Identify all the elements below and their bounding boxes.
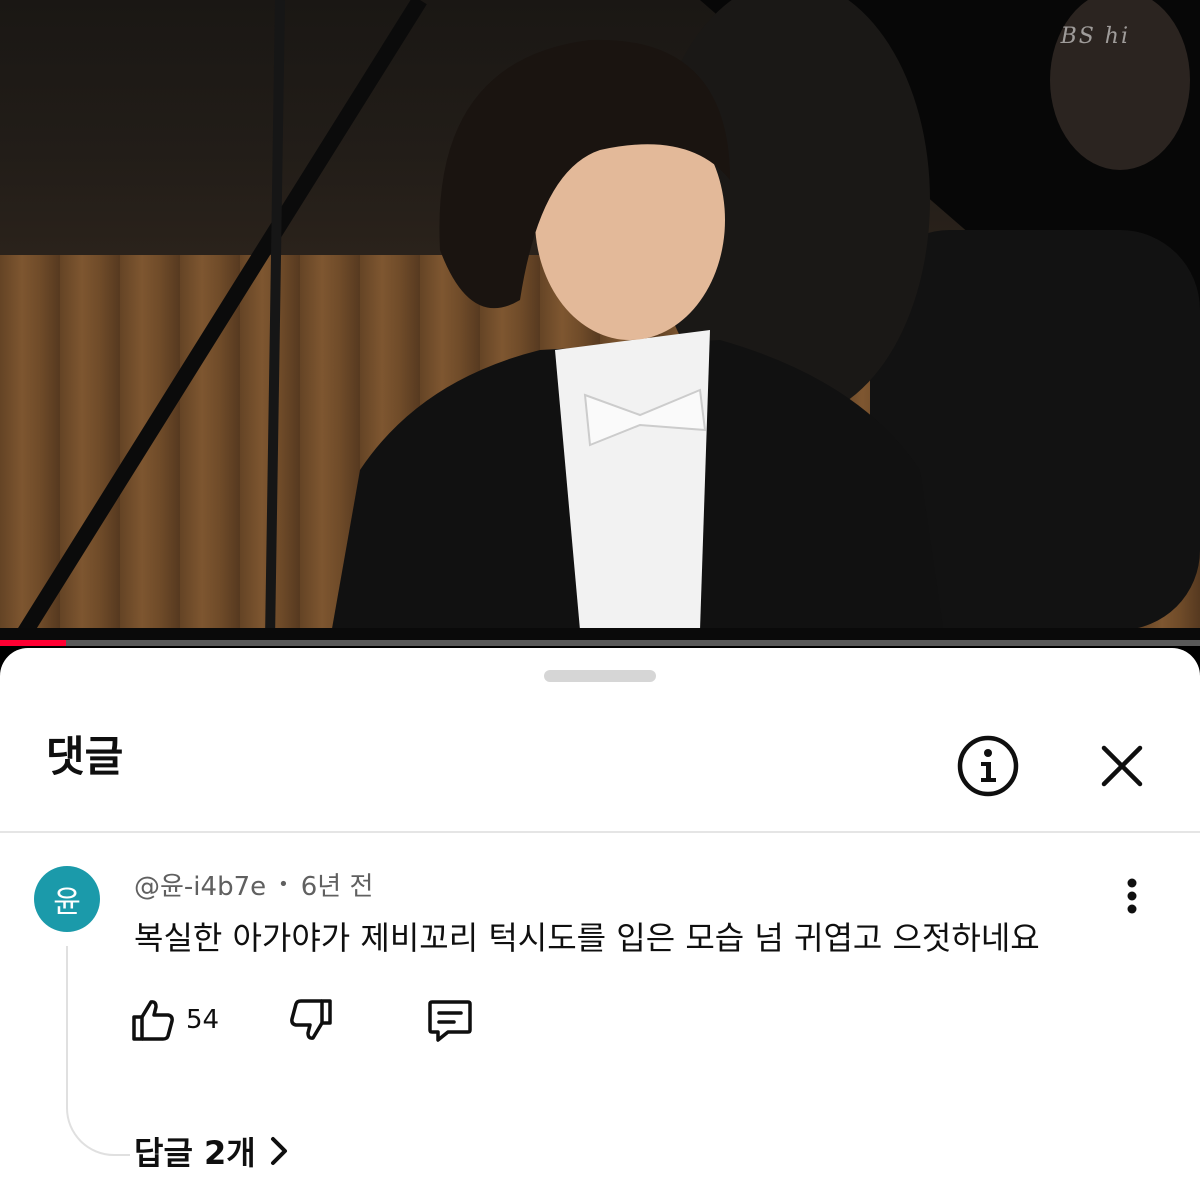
channel-watermark: BS hi — [1060, 24, 1130, 49]
info-circle-icon — [957, 735, 1019, 797]
avatar[interactable]: 윤 — [34, 866, 100, 932]
thread-line — [66, 946, 130, 1156]
info-button[interactable] — [954, 732, 1022, 800]
thumbs-up-icon — [132, 1000, 174, 1041]
dislike-button[interactable] — [288, 992, 334, 1048]
meta-separator: • — [278, 874, 289, 895]
replies-label: 답글 2개 — [134, 1134, 256, 1172]
video-progress-fill — [0, 640, 66, 646]
header-divider — [0, 831, 1200, 833]
video-player[interactable]: BS hi — [0, 0, 1200, 640]
drag-handle[interactable] — [544, 670, 656, 682]
video-progress-bar[interactable] — [0, 640, 1200, 646]
video-scene — [0, 0, 1200, 640]
comment-text: 복실한 아가야가 제비꼬리 턱시도를 입은 모습 넘 귀엽고 으젓하네요 — [134, 919, 1040, 957]
more-vertical-icon — [1127, 878, 1137, 914]
more-options-button[interactable] — [1110, 876, 1154, 916]
close-icon — [1101, 745, 1143, 787]
close-button[interactable] — [1092, 736, 1152, 796]
view-replies-link[interactable]: 답글 2개 — [134, 1128, 290, 1174]
panel-title: 댓글 — [46, 732, 124, 781]
comment-icon — [428, 1000, 472, 1042]
comments-panel: 댓글 윤 @윤-i4b7e • 6년 전 복실한 아가야가 제비꼬리 턱시도를 … — [0, 648, 1200, 1200]
thumbs-down-icon — [290, 999, 332, 1040]
like-count: 54 — [186, 1005, 220, 1035]
comment-author[interactable]: @윤-i4b7e — [134, 866, 266, 903]
chevron-right-icon — [270, 1137, 287, 1165]
comment-time: 6년 전 — [300, 872, 374, 902]
like-button[interactable]: 54 — [130, 992, 219, 1048]
avatar-letter: 윤 — [53, 885, 81, 920]
reply-button[interactable] — [426, 992, 474, 1048]
comment-meta: @윤-i4b7e • 6년 전 — [134, 866, 373, 903]
